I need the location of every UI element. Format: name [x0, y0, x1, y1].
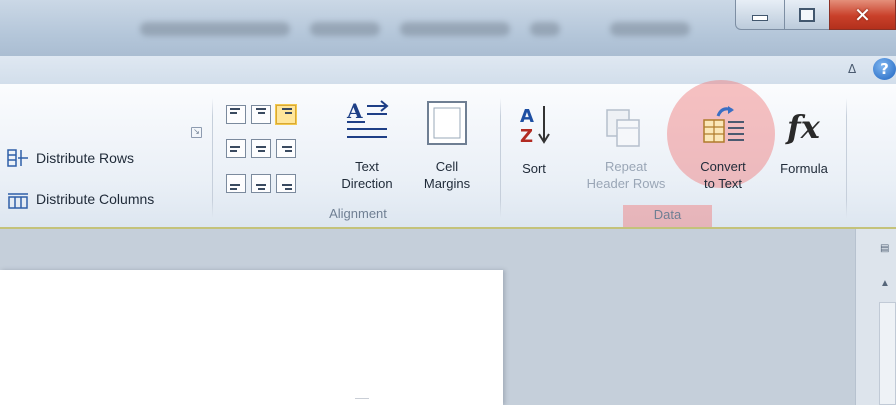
page-mark — [355, 398, 369, 399]
text-direction-label-line2: Direction — [341, 176, 393, 191]
restore-button[interactable] — [784, 0, 830, 30]
svg-text:Z: Z — [520, 126, 533, 147]
align-center-right-button[interactable] — [276, 139, 296, 158]
blurred-title — [610, 22, 690, 36]
help-icon[interactable]: ? — [873, 58, 896, 80]
group-separator — [212, 98, 213, 218]
text-direction-button[interactable]: Text Direction — [330, 158, 404, 192]
distribute-columns-button[interactable]: Distribute Columns — [36, 191, 154, 207]
scroll-track[interactable] — [879, 302, 896, 405]
convert-to-text-label-line1: Convert — [700, 159, 746, 174]
repeat-header-rows-label-line1: Repeat — [605, 159, 647, 174]
cell-margins-label-line2: Margins — [423, 176, 471, 191]
text-direction-label-line1: Text — [355, 159, 379, 174]
distribute-rows-button[interactable]: Distribute Rows — [36, 150, 134, 166]
align-bottom-left-button[interactable] — [226, 174, 246, 193]
distribute-rows-icon — [7, 149, 28, 167]
scroll-up-icon[interactable]: ▲ — [880, 278, 890, 289]
restore-icon — [799, 7, 815, 22]
minimize-ribbon-icon[interactable]: ᐃ — [848, 62, 856, 76]
document-page[interactable] — [0, 270, 503, 405]
close-icon: ✕ — [854, 2, 871, 27]
svg-text:A: A — [346, 99, 363, 123]
align-top-right-button[interactable] — [276, 105, 296, 124]
align-center-button[interactable] — [251, 139, 271, 158]
close-button[interactable]: ✕ — [829, 0, 896, 30]
repeat-header-rows-button: Repeat Header Rows — [571, 158, 681, 192]
sort-button[interactable]: Sort — [512, 160, 556, 177]
align-center-left-button[interactable] — [226, 139, 246, 158]
repeat-header-rows-label-line2: Header Rows — [586, 176, 666, 191]
text-direction-icon: A — [346, 99, 389, 138]
blurred-title — [400, 22, 510, 36]
align-top-center-button[interactable] — [251, 105, 271, 124]
group-separator — [846, 98, 847, 218]
cell-margins-label-line1: Cell — [435, 159, 459, 174]
blurred-title — [140, 22, 290, 36]
cell-margins-button[interactable]: Cell Margins — [412, 158, 482, 192]
dialog-launcher-icon[interactable]: ↘ — [191, 127, 202, 138]
convert-to-text-label-line2: to Text — [703, 176, 743, 191]
minimize-icon — [752, 14, 768, 21]
ruler-toggle-icon[interactable]: ▤ — [880, 243, 894, 259]
sort-icon: A Z — [520, 106, 550, 147]
minimize-button[interactable] — [735, 0, 785, 30]
align-bottom-right-button[interactable] — [276, 174, 296, 193]
group-separator — [500, 98, 501, 218]
alignment-group-label: Alignment — [329, 206, 387, 221]
distribute-columns-icon — [8, 193, 28, 209]
align-top-left-button[interactable] — [226, 105, 246, 124]
convert-to-text-icon — [703, 106, 744, 143]
tab-strip — [0, 56, 896, 84]
repeat-header-rows-icon — [606, 109, 640, 147]
data-group-label: Data — [653, 207, 682, 222]
align-bottom-center-button[interactable] — [251, 174, 271, 193]
blurred-title — [530, 22, 560, 36]
title-bar: ✕ — [0, 0, 896, 56]
convert-to-text-button[interactable]: Convert to Text — [688, 158, 758, 192]
svg-text:A: A — [520, 106, 534, 127]
cell-margins-icon — [427, 101, 467, 145]
formula-icon: fx — [785, 108, 821, 146]
blurred-title — [310, 22, 380, 36]
svg-text:fx: fx — [785, 108, 821, 146]
formula-button[interactable]: Formula — [768, 160, 840, 177]
